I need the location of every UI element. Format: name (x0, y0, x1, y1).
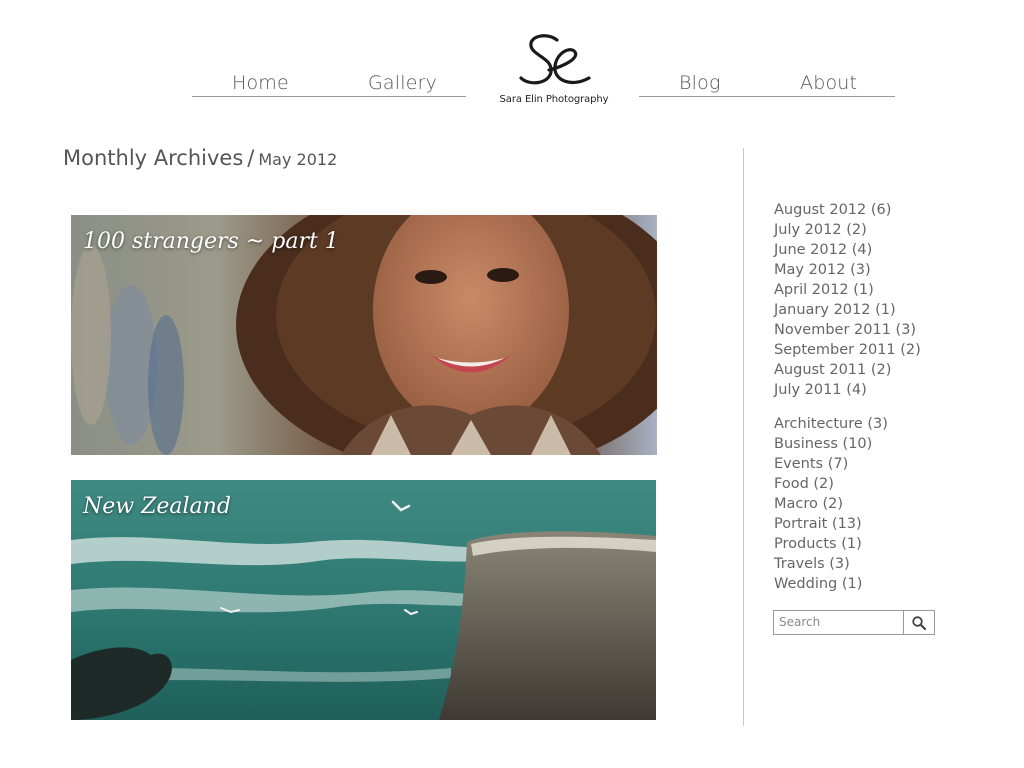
category-link[interactable]: Business (10) (774, 434, 888, 454)
category-link[interactable]: Food (2) (774, 474, 888, 494)
nav-blog[interactable]: Blog (679, 72, 721, 94)
nav-about[interactable]: About (800, 72, 857, 94)
archive-link[interactable]: August 2011 (2) (774, 360, 921, 380)
archive-label: Monthly Archives (63, 146, 244, 170)
post-card-new-zealand[interactable]: New Zealand (71, 480, 656, 720)
logo-monogram (519, 34, 591, 85)
page-title: Monthly Archives / May 2012 (63, 146, 337, 170)
archive-link[interactable]: September 2011 (2) (774, 340, 921, 360)
sidebar-divider (743, 148, 744, 726)
search-icon (912, 615, 927, 630)
nav-underline-right (639, 96, 895, 97)
category-link[interactable]: Portrait (13) (774, 514, 888, 534)
archive-link[interactable]: November 2011 (3) (774, 320, 921, 340)
category-link[interactable]: Events (7) (774, 454, 888, 474)
post-card-100-strangers[interactable]: 100 strangers ~ part 1 (71, 215, 657, 455)
archive-month: May 2012 (258, 150, 338, 169)
search-button[interactable] (903, 611, 934, 634)
category-link[interactable]: Products (1) (774, 534, 888, 554)
archive-link[interactable]: July 2012 (2) (774, 220, 921, 240)
nav-home[interactable]: Home (232, 72, 289, 94)
categories-list: Architecture (3) Business (10) Events (7… (774, 414, 888, 594)
archive-link[interactable]: July 2011 (4) (774, 380, 921, 400)
archives-list: August 2012 (6) July 2012 (2) June 2012 … (774, 200, 921, 400)
category-link[interactable]: Travels (3) (774, 554, 888, 574)
archive-link[interactable]: April 2012 (1) (774, 280, 921, 300)
archive-link[interactable]: June 2012 (4) (774, 240, 921, 260)
category-link[interactable]: Macro (2) (774, 494, 888, 514)
search-input[interactable] (774, 611, 903, 632)
archive-link[interactable]: May 2012 (3) (774, 260, 921, 280)
site-logo[interactable]: Sara Elin Photography (496, 30, 612, 112)
logo-text: Sara Elin Photography (499, 94, 609, 105)
post-title[interactable]: 100 strangers ~ part 1 (83, 229, 339, 254)
archive-link[interactable]: January 2012 (1) (774, 300, 921, 320)
archive-link[interactable]: August 2012 (6) (774, 200, 921, 220)
search-form (773, 610, 935, 635)
title-separator: / (247, 146, 255, 170)
post-title[interactable]: New Zealand (83, 494, 231, 519)
category-link[interactable]: Wedding (1) (774, 574, 888, 594)
nav-gallery[interactable]: Gallery (368, 72, 437, 94)
category-link[interactable]: Architecture (3) (774, 414, 888, 434)
nav-underline-left (192, 96, 466, 97)
